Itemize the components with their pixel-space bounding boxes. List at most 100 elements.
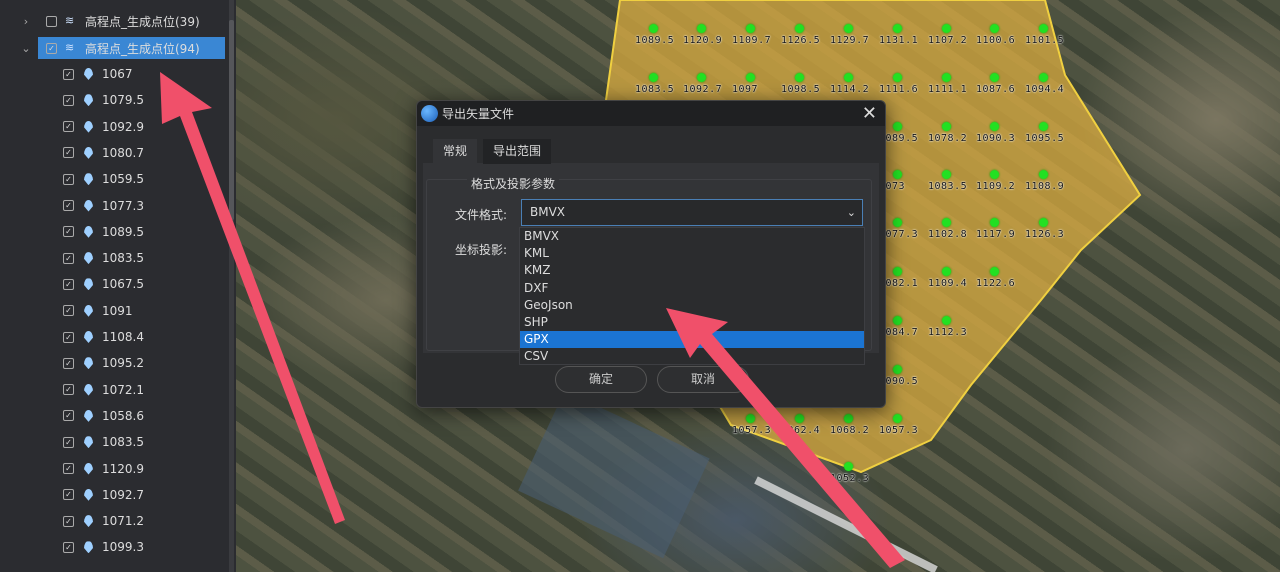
scrollbar-thumb[interactable] bbox=[229, 20, 234, 220]
layer-checkbox[interactable]: ✓ bbox=[46, 42, 57, 54]
ok-button[interactable]: 确定 bbox=[555, 366, 647, 393]
elevation-point[interactable] bbox=[1039, 218, 1048, 227]
elevation-point[interactable] bbox=[844, 462, 853, 471]
point-list-item[interactable]: ✓ 1071.2 bbox=[63, 510, 144, 532]
elevation-point[interactable] bbox=[649, 24, 658, 33]
elevation-point[interactable] bbox=[1039, 122, 1048, 131]
elevation-point[interactable] bbox=[942, 122, 951, 131]
elevation-point[interactable] bbox=[893, 316, 902, 325]
chevron-down-icon[interactable]: ⌄ bbox=[20, 42, 32, 55]
close-icon[interactable]: ✕ bbox=[862, 103, 877, 124]
point-checkbox[interactable]: ✓ bbox=[63, 305, 74, 317]
elevation-point[interactable] bbox=[893, 267, 902, 276]
point-checkbox[interactable]: ✓ bbox=[63, 436, 74, 448]
elevation-point[interactable] bbox=[844, 73, 853, 82]
scrollbar[interactable] bbox=[229, 0, 234, 572]
layer-row-39[interactable]: › ≋ 高程点_生成点位(39) bbox=[20, 10, 200, 32]
point-list-item[interactable]: ✓ 1077.3 bbox=[63, 195, 144, 217]
elevation-point[interactable] bbox=[990, 24, 999, 33]
point-list-item[interactable]: ✓ 1058.6 bbox=[63, 405, 144, 427]
format-option-kml[interactable]: KML bbox=[520, 245, 864, 262]
point-list-item[interactable]: ✓ 1072.1 bbox=[63, 379, 144, 401]
elevation-point[interactable] bbox=[795, 73, 804, 82]
point-checkbox[interactable]: ✓ bbox=[63, 200, 74, 211]
point-list-item[interactable]: ✓ 1089.5 bbox=[63, 221, 144, 243]
elevation-point[interactable] bbox=[942, 73, 951, 82]
point-list-item[interactable]: ✓ 1083.5 bbox=[63, 431, 144, 453]
point-checkbox[interactable]: ✓ bbox=[63, 463, 74, 474]
elevation-point[interactable] bbox=[942, 316, 951, 325]
elevation-point[interactable] bbox=[795, 414, 804, 423]
point-checkbox[interactable]: ✓ bbox=[63, 147, 74, 159]
point-checkbox[interactable]: ✓ bbox=[63, 384, 74, 396]
point-list-item[interactable]: ✓ 1083.5 bbox=[63, 247, 144, 269]
elevation-point[interactable] bbox=[990, 267, 999, 276]
elevation-point[interactable] bbox=[649, 73, 658, 82]
elevation-point[interactable] bbox=[893, 414, 902, 423]
elevation-point[interactable] bbox=[990, 170, 999, 179]
point-checkbox[interactable]: ✓ bbox=[63, 515, 74, 527]
format-option-geojson[interactable]: GeoJson bbox=[520, 297, 864, 314]
point-list-item[interactable]: ✓ 1091 bbox=[63, 300, 133, 322]
elevation-point[interactable] bbox=[893, 365, 902, 374]
tab-export-range[interactable]: 导出范围 bbox=[483, 139, 552, 164]
point-checkbox[interactable]: ✓ bbox=[63, 278, 74, 290]
chevron-right-icon[interactable]: › bbox=[20, 15, 32, 28]
point-list-item[interactable]: ✓ 1095.2 bbox=[63, 352, 144, 374]
point-checkbox[interactable]: ✓ bbox=[63, 489, 74, 501]
elevation-point[interactable] bbox=[746, 24, 755, 33]
elevation-point[interactable] bbox=[942, 267, 951, 276]
point-list-item[interactable]: ✓ 1092.7 bbox=[63, 484, 144, 506]
point-list-item[interactable]: ✓ 1092.9 bbox=[63, 116, 144, 138]
point-checkbox[interactable]: ✓ bbox=[63, 331, 74, 343]
elevation-point[interactable] bbox=[746, 73, 755, 82]
format-option-csv[interactable]: CSV bbox=[520, 348, 864, 365]
elevation-point[interactable] bbox=[746, 414, 755, 423]
point-checkbox[interactable]: ✓ bbox=[63, 121, 74, 133]
point-list-item[interactable]: ✓ 1059.5 bbox=[63, 168, 144, 190]
format-option-gpx[interactable]: GPX bbox=[520, 331, 864, 349]
elevation-point[interactable] bbox=[990, 122, 999, 131]
elevation-point[interactable] bbox=[697, 73, 706, 82]
point-list-item[interactable]: ✓ 1080.7 bbox=[63, 142, 144, 164]
point-checkbox[interactable]: ✓ bbox=[63, 226, 74, 238]
format-option-shp[interactable]: SHP bbox=[520, 314, 864, 331]
point-checkbox[interactable]: ✓ bbox=[63, 410, 74, 422]
point-checkbox[interactable]: ✓ bbox=[63, 357, 74, 369]
elevation-point[interactable] bbox=[795, 24, 804, 33]
point-checkbox[interactable]: ✓ bbox=[63, 541, 74, 553]
elevation-point[interactable] bbox=[1039, 24, 1048, 33]
elevation-point[interactable] bbox=[942, 218, 951, 227]
point-list-item[interactable]: ✓ 1099.3 bbox=[63, 536, 144, 558]
format-option-dxf[interactable]: DXF bbox=[520, 280, 864, 297]
elevation-point[interactable] bbox=[893, 122, 902, 131]
layer-checkbox[interactable] bbox=[46, 15, 57, 27]
elevation-point[interactable] bbox=[893, 170, 902, 179]
point-checkbox[interactable]: ✓ bbox=[63, 94, 74, 106]
elevation-point[interactable] bbox=[893, 24, 902, 33]
point-list-item[interactable]: ✓ 1079.5 bbox=[63, 89, 144, 111]
point-list-item[interactable]: ✓ 1067.5 bbox=[63, 273, 144, 295]
elevation-point[interactable] bbox=[893, 73, 902, 82]
point-list-item[interactable]: ✓ 1108.4 bbox=[63, 326, 144, 348]
elevation-point[interactable] bbox=[697, 24, 706, 33]
elevation-point[interactable] bbox=[844, 24, 853, 33]
layer-row-94[interactable]: ✓ ≋ 高程点_生成点位(94) bbox=[38, 37, 225, 59]
elevation-point[interactable] bbox=[990, 73, 999, 82]
elevation-point[interactable] bbox=[990, 218, 999, 227]
format-option-kmz[interactable]: KMZ bbox=[520, 262, 864, 279]
elevation-point[interactable] bbox=[1039, 73, 1048, 82]
point-checkbox[interactable]: ✓ bbox=[63, 173, 74, 185]
point-checkbox[interactable]: ✓ bbox=[63, 252, 74, 264]
point-list-item[interactable]: ✓ 1120.9 bbox=[63, 458, 144, 480]
elevation-point[interactable] bbox=[893, 218, 902, 227]
tab-general[interactable]: 常规 bbox=[433, 139, 478, 164]
format-option-bmvx[interactable]: BMVX bbox=[520, 228, 864, 245]
elevation-point[interactable] bbox=[844, 414, 853, 423]
point-list-item[interactable]: ✓ 1067 bbox=[63, 63, 133, 85]
elevation-point[interactable] bbox=[942, 24, 951, 33]
elevation-point[interactable] bbox=[1039, 170, 1048, 179]
format-select[interactable]: BMVX ⌄ bbox=[521, 199, 863, 226]
cancel-button[interactable]: 取消 bbox=[657, 366, 749, 393]
point-checkbox[interactable]: ✓ bbox=[63, 68, 74, 80]
